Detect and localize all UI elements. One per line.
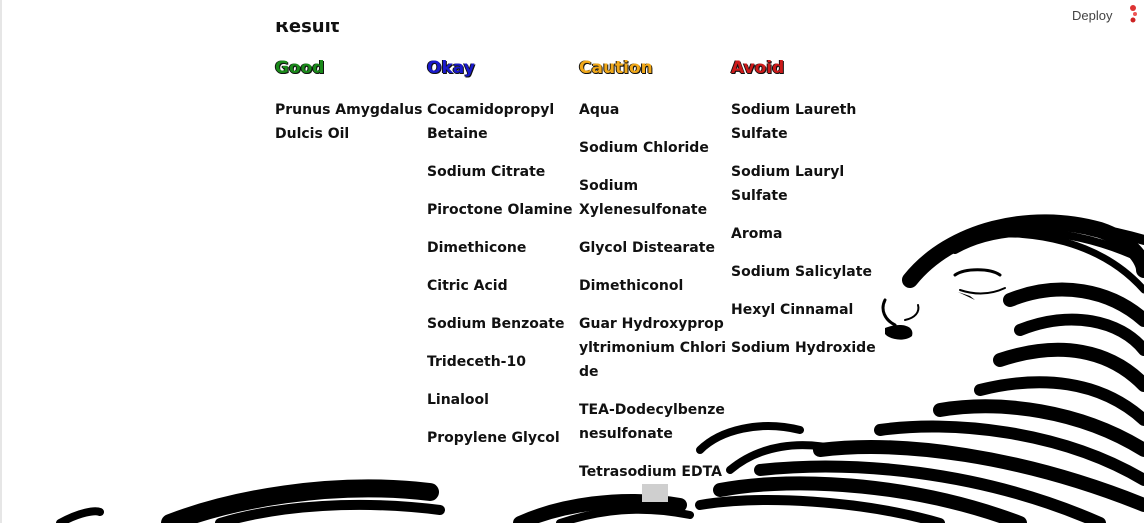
- ingredient-item: Dimethiconol: [579, 278, 684, 294]
- column-avoid: Avoid Sodium Laureth Sulfate Sodium Laur…: [731, 58, 881, 374]
- ingredient-item: Citric Acid: [427, 278, 508, 294]
- column-heading-caution: Caution: [579, 58, 653, 78]
- ingredient-item: Glycol Distearate: [579, 240, 715, 256]
- ingredient-item: Trideceth-10: [427, 354, 526, 370]
- ingredient-item: Dimethicone: [427, 240, 527, 256]
- ingredient-item: Sodium Lauryl Sulfate: [731, 164, 845, 204]
- column-heading-okay: Okay: [427, 58, 475, 78]
- ingredient-item: Hexyl Cinnamal: [731, 302, 854, 318]
- column-good: Good Prunus Amygdalus Dulcis Oil: [275, 58, 425, 160]
- ingredient-item: Propylene Glycol: [427, 430, 560, 446]
- ingredient-item: Sodium Laureth Sulfate: [731, 102, 857, 142]
- ingredient-item: Piroctone Olamine: [427, 202, 573, 218]
- ellipsis-vertical-icon[interactable]: [1124, 4, 1142, 24]
- ingredient-item: Sodium Salicylate: [731, 264, 872, 280]
- ingredient-item: Aroma: [731, 226, 783, 242]
- ingredient-item: Sodium Hydroxide: [731, 340, 876, 356]
- left-border: [0, 0, 2, 523]
- ingredient-item: Sodium Citrate: [427, 164, 546, 180]
- ingredient-item: TEA-Dodecylbenzenesulfonate: [579, 402, 725, 442]
- ingredient-item: Tetrasodium EDTA: [579, 464, 722, 480]
- ingredient-item: Cocamidopropyl Betaine: [427, 102, 555, 142]
- ingredient-item: Sodium Xylenesulfonate: [579, 178, 708, 218]
- column-heading-good: Good: [275, 58, 325, 78]
- ingredient-item: Sodium Benzoate: [427, 316, 565, 332]
- column-caution: Caution Aqua Sodium Chloride Sodium Xyle…: [579, 58, 729, 498]
- ingredient-item: Guar Hydroxypropyltrimonium Chloride: [579, 316, 727, 380]
- ingredient-item: Prunus Amygdalus Dulcis Oil: [275, 102, 423, 142]
- column-okay: Okay Cocamidopropyl Betaine Sodium Citra…: [427, 58, 577, 464]
- ingredient-item: Linalool: [427, 392, 489, 408]
- ingredient-item: Sodium Chloride: [579, 140, 709, 156]
- deploy-button[interactable]: Deploy: [1068, 6, 1116, 25]
- column-heading-avoid: Avoid: [731, 58, 785, 78]
- ingredient-item: Aqua: [579, 102, 620, 118]
- result-title: Result: [275, 16, 340, 37]
